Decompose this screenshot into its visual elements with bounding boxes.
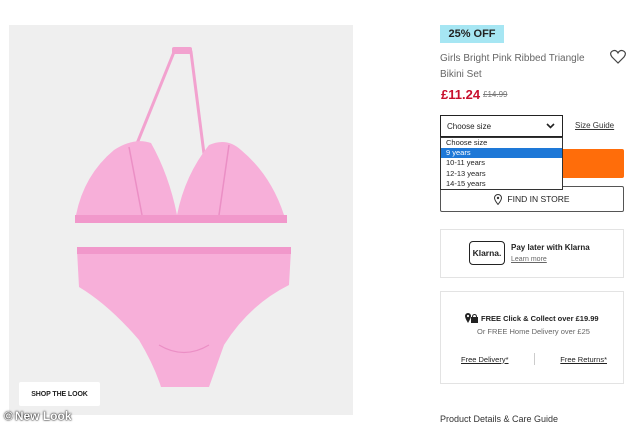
- chevron-down-icon: [546, 123, 555, 129]
- size-option[interactable]: 9 years: [441, 148, 562, 159]
- size-option[interactable]: 14-15 years: [441, 179, 562, 189]
- size-option[interactable]: 12-13 years: [441, 169, 562, 179]
- product-details-heading[interactable]: Product Details & Care Guide: [440, 414, 558, 424]
- size-option[interactable]: Choose size: [441, 138, 562, 148]
- home-delivery-text: Or FREE Home Delivery over £25: [477, 327, 590, 336]
- divider: [533, 353, 535, 365]
- klarna-logo: Klarna.: [469, 241, 505, 265]
- watermark-text: New Look: [14, 409, 72, 423]
- product-title: Girls Bright Pink Ribbed Triangle Bikini…: [440, 53, 585, 80]
- free-delivery-link[interactable]: Free Delivery*: [461, 355, 509, 364]
- delivery-panel: FREE Click & Collect over £19.99 Or FREE…: [440, 291, 624, 384]
- size-guide-link[interactable]: Size Guide: [575, 121, 614, 130]
- klarna-panel: Klarna. Pay later with Klarna Learn more: [440, 229, 624, 278]
- shop-the-look-button[interactable]: SHOP THE LOOK: [19, 382, 100, 406]
- click-collect-icon: [465, 313, 478, 323]
- free-returns-link[interactable]: Free Returns*: [560, 355, 607, 364]
- klarna-learn-more-link[interactable]: Learn more: [511, 256, 547, 263]
- find-in-store-label: FIND IN STORE: [507, 194, 570, 204]
- size-dropdown-list: Choose size 9 years 10-11 years 12-13 ye…: [440, 137, 563, 190]
- original-price: £14.99: [483, 90, 508, 99]
- heart-icon[interactable]: [610, 49, 626, 64]
- size-select[interactable]: Choose size: [440, 115, 563, 137]
- size-option[interactable]: 10-11 years: [441, 158, 562, 168]
- click-collect-title: FREE Click & Collect over £19.99: [481, 314, 599, 323]
- copyright-icon: ©: [4, 409, 13, 423]
- current-price: £11.24: [441, 87, 481, 102]
- watermark: © New Look: [4, 409, 72, 423]
- location-pin-icon: [494, 193, 503, 205]
- product-image[interactable]: SHOP THE LOOK: [9, 25, 353, 415]
- bikini-illustration: [75, 47, 291, 387]
- discount-badge: 25% OFF: [440, 25, 504, 43]
- klarna-title: Pay later with Klarna: [511, 243, 590, 252]
- size-select-value: Choose size: [447, 121, 492, 131]
- delivery-links: Free Delivery* Free Returns*: [461, 353, 607, 365]
